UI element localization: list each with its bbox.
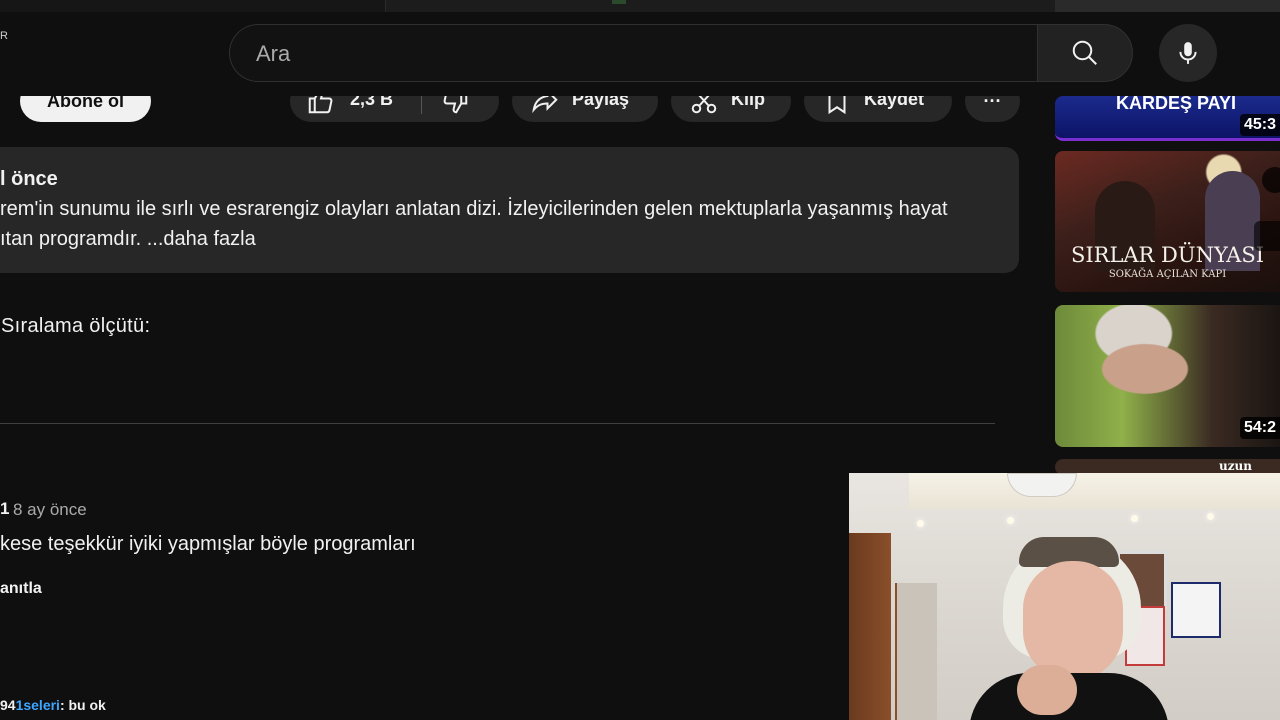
webcam-overlay	[849, 473, 1280, 720]
watch-later-icon[interactable]	[1262, 167, 1280, 193]
comment-fragment: 941seleri: bu ok	[0, 697, 106, 713]
thumbnail-subtitle: SOKAĞA AÇILAN KAPI	[1108, 269, 1227, 280]
search-icon	[1072, 40, 1097, 65]
cam-door	[849, 533, 891, 720]
cam-person-face	[1023, 561, 1123, 681]
comment-fragment-prefix: 94	[0, 697, 16, 713]
cam-door	[895, 583, 937, 720]
top-strip-segment	[1055, 0, 1280, 12]
recommended-thumbnail[interactable]: 54:2	[1055, 305, 1280, 447]
cam-ceiling-light	[1131, 515, 1138, 522]
search-box	[229, 24, 1037, 82]
comment-fragment-link[interactable]: 1seleri	[16, 697, 60, 713]
sort-by-button[interactable]: Sıralama ölçütü:	[1, 315, 150, 338]
masthead: R	[0, 12, 1280, 96]
top-strip-segment	[385, 0, 1056, 12]
cam-person-hand	[1017, 665, 1077, 715]
video-description[interactable]: l önce rem'in sunumu ile sırlı ve esrare…	[0, 147, 1019, 273]
add-to-queue-icon[interactable]	[1254, 221, 1280, 251]
cam-wall-frame	[1171, 582, 1221, 638]
comment-fragment-suffix: : bu ok	[59, 697, 106, 713]
video-duration: 45:3	[1239, 114, 1280, 136]
cam-ceiling-light	[1207, 513, 1214, 520]
cam-ceiling	[909, 473, 1280, 509]
comment-author[interactable]: 1	[0, 499, 9, 519]
video-duration: 54:2	[1239, 417, 1280, 439]
cam-ceiling-light	[917, 520, 924, 527]
search-button[interactable]	[1037, 24, 1133, 82]
comment-date[interactable]: 8 ay önce	[13, 500, 87, 520]
thumbnail-title: KARDEŞ PAYI	[1115, 96, 1237, 113]
description-meta: l önce	[0, 168, 58, 190]
search-input[interactable]	[254, 39, 1018, 69]
description-line: rem'in sunumu ile sırlı ve esrarengiz ol…	[0, 198, 948, 220]
microphone-icon	[1179, 42, 1197, 64]
thumbnail-title: SIRLAR DÜNYASI	[1070, 243, 1265, 267]
top-strip-indicator	[612, 0, 626, 4]
recommended-thumbnail[interactable]: KARDEŞ PAYI 45:3	[1055, 96, 1280, 141]
reply-button[interactable]: anıtla	[0, 580, 42, 598]
comment-text: kese teşekkür iyiki yapmışlar böyle prog…	[0, 533, 416, 555]
cam-ceiling-light	[1007, 517, 1014, 524]
masthead-corner-letter: R	[0, 30, 8, 42]
comments-divider	[0, 423, 995, 424]
recommended-thumbnail[interactable]: SIRLAR DÜNYASI SOKAĞA AÇILAN KAPI	[1055, 151, 1280, 292]
description-line: ıtan programdır. ...daha fazla	[0, 228, 256, 250]
browser-top-strip	[0, 0, 1280, 12]
voice-search-button[interactable]	[1159, 24, 1217, 82]
